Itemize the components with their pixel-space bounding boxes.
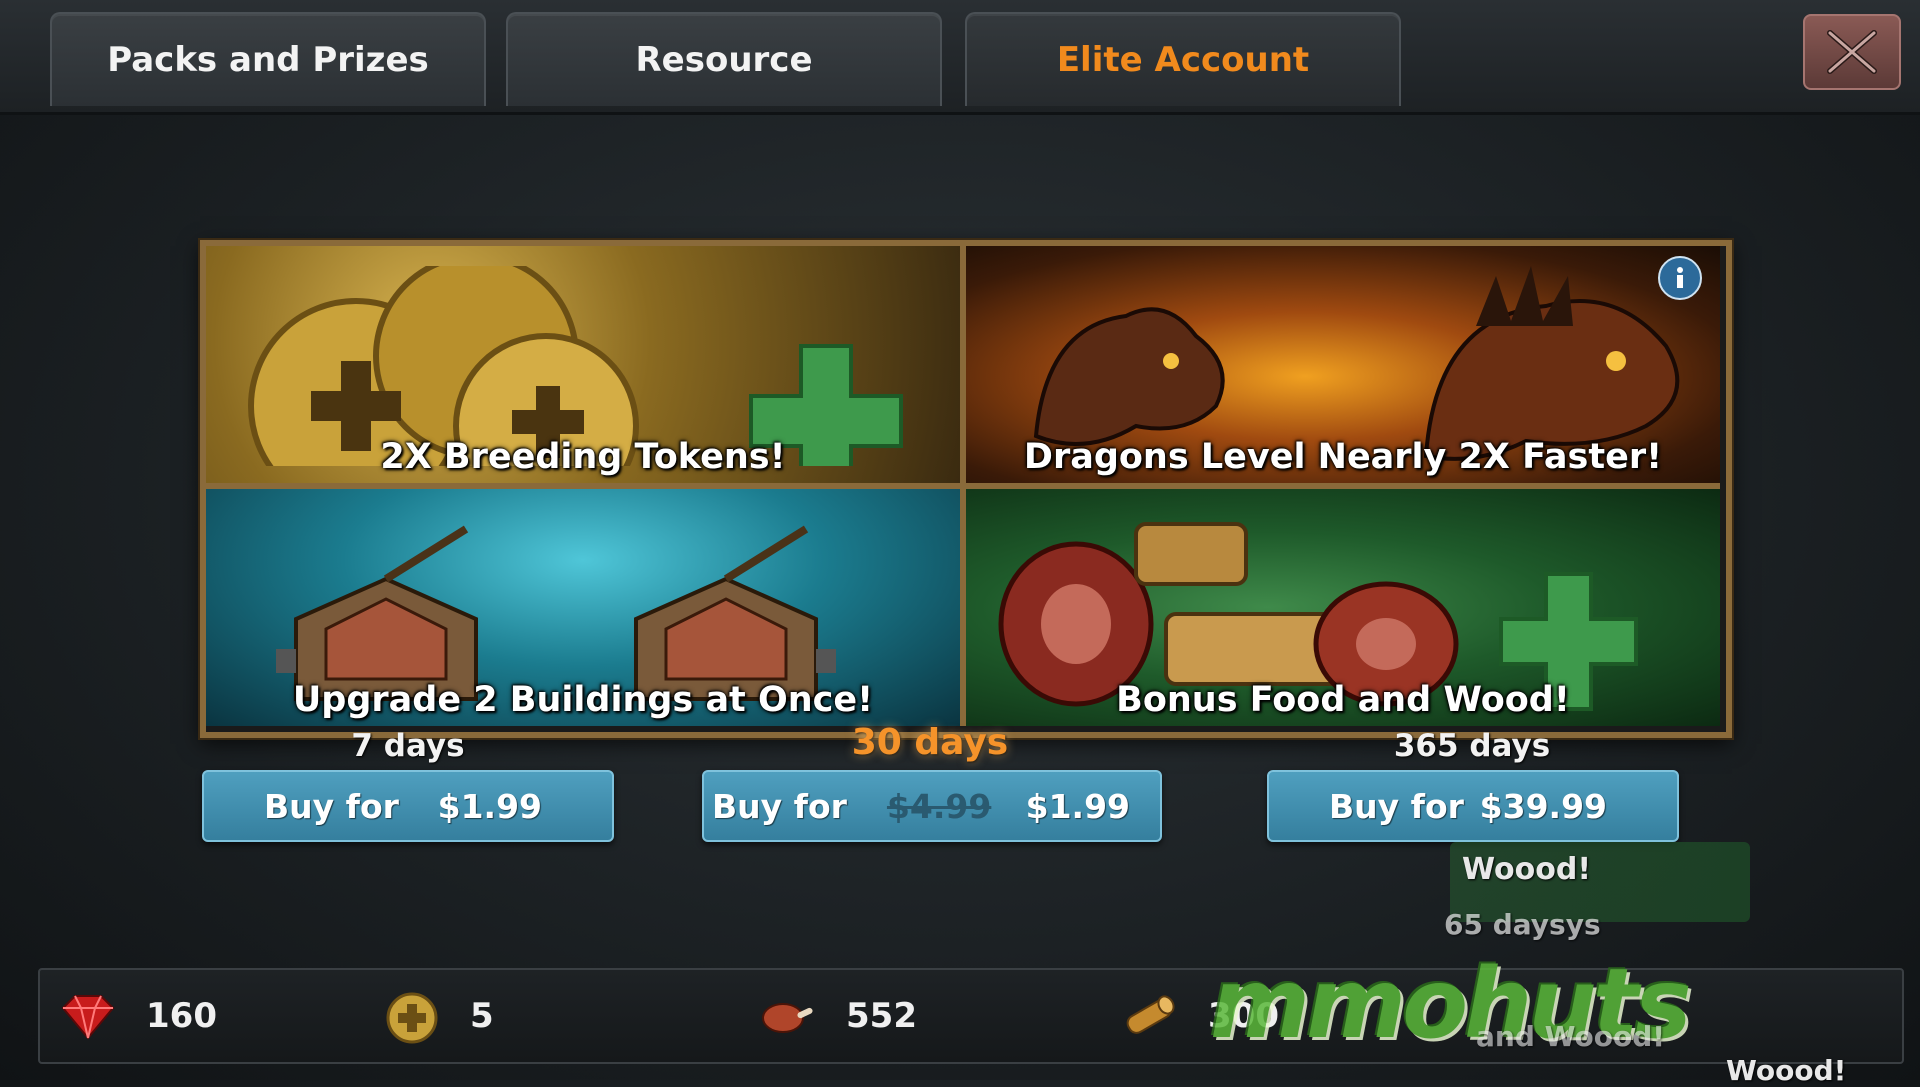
panel-title: 2X Breeding Tokens! bbox=[380, 437, 786, 477]
tab-resource[interactable]: Resource bbox=[506, 12, 942, 106]
buy-label: Buy for bbox=[712, 786, 847, 826]
buy-label: Buy for bbox=[264, 786, 399, 826]
resource-gems: 160 bbox=[58, 970, 217, 1062]
buy-30-days-button[interactable]: Buy for $4.99 $1.99 bbox=[702, 770, 1162, 842]
panel-divider bbox=[206, 483, 1720, 489]
close-icon bbox=[1827, 30, 1877, 74]
feature-panel-dragon-leveling: Dragons Level Nearly 2X Faster! bbox=[966, 246, 1720, 483]
info-icon[interactable] bbox=[1658, 256, 1702, 300]
close-button[interactable] bbox=[1803, 14, 1901, 90]
gems-count: 160 bbox=[146, 996, 217, 1036]
tab-packs-and-prizes[interactable]: Packs and Prizes bbox=[50, 12, 486, 106]
buy-price: $1.99 bbox=[1025, 786, 1130, 826]
buy-7-days-button[interactable]: Buy for $1.99 bbox=[202, 770, 614, 842]
elite-features-frame: 2X Breeding Tokens! Dragons Level Nearly… bbox=[200, 240, 1732, 738]
ghost-text: Woood! bbox=[1726, 1054, 1847, 1087]
wood-icon bbox=[1120, 986, 1180, 1046]
buy-label: Buy for bbox=[1329, 786, 1464, 826]
feature-panel-breeding-tokens: 2X Breeding Tokens! bbox=[206, 246, 960, 483]
resource-tokens: 5 bbox=[382, 970, 494, 1062]
offer-duration-365-days: 365 days bbox=[1393, 728, 1551, 764]
offer-duration-30-days: 30 days bbox=[851, 722, 1009, 763]
panel-title: Bonus Food and Wood! bbox=[1116, 680, 1570, 720]
feature-panel-food-wood: Bonus Food and Wood! bbox=[966, 489, 1720, 726]
buy-price: $1.99 bbox=[437, 786, 542, 826]
old-price: $4.99 bbox=[886, 786, 992, 826]
tab-bar: Packs and Prizes Resource Elite Account bbox=[0, 0, 1920, 115]
feature-panel-upgrade-buildings: Upgrade 2 Buildings at Once! bbox=[206, 489, 960, 726]
gem-icon bbox=[58, 986, 118, 1046]
food-count: 552 bbox=[846, 996, 917, 1036]
buildings-art bbox=[276, 525, 836, 701]
buy-365-days-button[interactable]: Buy for $39.99 bbox=[1267, 770, 1679, 842]
buy-price: $39.99 bbox=[1479, 786, 1607, 826]
tokens-count: 5 bbox=[470, 996, 494, 1036]
offer-duration-7-days: 7 days bbox=[351, 728, 465, 764]
breeding-token-art bbox=[248, 266, 903, 466]
resource-food: 552 bbox=[758, 970, 917, 1062]
ghost-text: Woood! bbox=[1462, 852, 1592, 887]
ghost-text: 65 daysys bbox=[1444, 908, 1601, 941]
panel-title: Upgrade 2 Buildings at Once! bbox=[292, 680, 874, 720]
food-icon bbox=[758, 986, 818, 1046]
ghost-text: and Woood! bbox=[1476, 1020, 1666, 1053]
panel-title: Dragons Level Nearly 2X Faster! bbox=[1023, 437, 1663, 477]
tab-elite-account[interactable]: Elite Account bbox=[965, 12, 1401, 106]
dragons-art bbox=[1033, 266, 1680, 461]
token-icon bbox=[382, 986, 442, 1046]
